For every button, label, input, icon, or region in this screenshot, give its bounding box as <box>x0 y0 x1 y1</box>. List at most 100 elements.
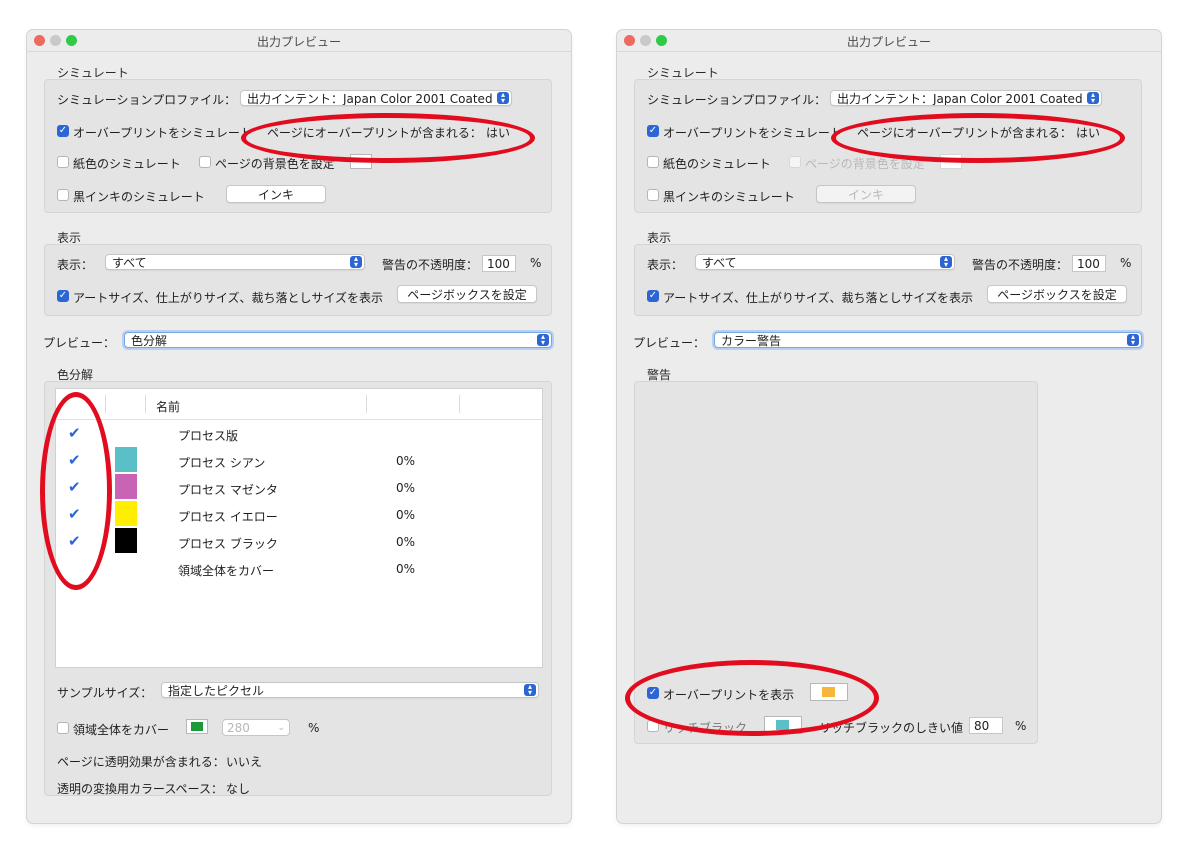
simulation-profile-popup[interactable]: 出力インテント：Japan Color 2001 Coated ▴ ▾ <box>830 90 1102 106</box>
red-annotation-ellipse <box>40 392 112 590</box>
warning-opacity-input[interactable]: 100 <box>1072 255 1106 272</box>
preview-mode-popup[interactable]: 色分解 ▴ ▾ <box>124 332 552 348</box>
magenta-swatch <box>115 474 137 499</box>
red-annotation-ellipse <box>625 660 879 736</box>
coverage-percent-sign: % <box>308 721 320 735</box>
sample-size-value: 指定したピクセル <box>168 684 265 698</box>
table-row-name: プロセス イエロー <box>178 510 278 524</box>
page-background-checkbox[interactable] <box>789 156 801 168</box>
page-background-checkbox[interactable] <box>199 156 211 168</box>
table-row-value: 0% <box>396 454 416 468</box>
warning-opacity-input[interactable]: 100 <box>482 255 516 272</box>
show-art-trim-bleed-checkbox[interactable]: ✓ <box>647 290 659 302</box>
coverage-percent-combo[interactable]: 280 ⌄ <box>222 719 290 736</box>
set-page-boxes-button[interactable]: ページボックスを設定 <box>397 285 537 303</box>
coverage-color-swatch[interactable] <box>186 719 208 734</box>
table-row-value: 0% <box>396 535 416 549</box>
title-bar: 出力プレビュー <box>617 30 1161 52</box>
transparency-label: ページに透明効果が含まれる： <box>57 755 225 769</box>
display-popup[interactable]: すべて ▴ ▾ <box>695 254 955 270</box>
total-area-coverage-checkbox[interactable] <box>57 722 69 734</box>
table-row-value: 0% <box>396 481 416 495</box>
coverage-percent-value: 280 <box>227 721 250 735</box>
table-row-value: 0% <box>396 508 416 522</box>
table-row-name: プロセス マゼンタ <box>178 483 278 497</box>
column-divider <box>366 395 367 413</box>
display-group: 表示： すべて ▴ ▾ 警告の不透明度： 100 % ✓ アートサイズ、仕上がりサ… <box>634 244 1142 316</box>
simulation-profile-label: シミュレーションプロファイル： <box>57 93 237 107</box>
red-annotation-ellipse <box>831 113 1125 163</box>
table-row-name: プロセス シアン <box>178 456 266 470</box>
popup-arrows-icon: ▴ ▾ <box>524 683 536 697</box>
show-art-trim-bleed-label: アートサイズ、仕上がりサイズ、裁ち落としサイズを表示 <box>73 291 383 305</box>
show-art-trim-bleed-checkbox[interactable]: ✓ <box>57 290 69 302</box>
table-row-name: プロセス ブラック <box>178 537 278 551</box>
yellow-swatch <box>115 501 137 526</box>
set-page-boxes-button[interactable]: ページボックスを設定 <box>987 285 1127 303</box>
right-output-preview-window: 出力プレビュー シミュレート シミュレーションプロファイル： 出力インテント：J… <box>617 30 1161 823</box>
simulate-black-ink-label: 黒インキのシミュレート <box>663 190 795 204</box>
sample-size-label: サンプルサイズ： <box>57 686 153 700</box>
total-area-coverage-label: 領域全体をカバー <box>73 723 170 737</box>
simulate-overprint-checkbox[interactable]: ✓ <box>647 125 659 137</box>
popup-arrows-icon: ▴ ▾ <box>1127 333 1139 347</box>
black-swatch <box>115 528 137 553</box>
simulate-overprint-label: オーバープリントをシミュレート <box>663 126 842 140</box>
popup-arrows-icon: ▴ ▾ <box>497 91 509 105</box>
simulate-black-ink-checkbox[interactable] <box>57 189 69 201</box>
warning-opacity-label: 警告の不透明度： <box>972 258 1069 272</box>
simulation-profile-value: 出力インテント：Japan Color 2001 Coated <box>837 92 1083 106</box>
column-divider <box>145 395 146 413</box>
separations-table: 名前 ✔ プロセス版 ✔ プロセス シアン 0% ✔ プロセス マゼンタ 0% … <box>55 388 543 668</box>
popup-arrows-icon: ▴ ▾ <box>1087 91 1099 105</box>
column-divider <box>105 395 106 413</box>
display-label: 表示： <box>647 258 684 272</box>
simulate-paper-color-label: 紙色のシミュレート <box>73 157 181 171</box>
red-annotation-ellipse <box>241 113 535 163</box>
simulate-black-ink-label: 黒インキのシミュレート <box>73 190 205 204</box>
popup-arrows-icon: ▴ ▾ <box>537 333 549 347</box>
ink-manager-button[interactable]: インキ <box>226 185 326 203</box>
table-row-name: プロセス版 <box>178 429 239 443</box>
rich-black-threshold-input[interactable]: 80 <box>969 717 1003 734</box>
preview-mode-popup[interactable]: カラー警告 ▴ ▾ <box>714 332 1142 348</box>
left-output-preview-window: 出力プレビュー シミュレート シミュレーションプロファイル： 出力インテント：J… <box>27 30 571 823</box>
warning-opacity-percent: % <box>530 256 542 270</box>
window-title: 出力プレビュー <box>846 35 931 49</box>
simulation-profile-popup[interactable]: 出力インテント：Japan Color 2001 Coated ▴ ▾ <box>240 90 512 106</box>
simulation-profile-value: 出力インテント：Japan Color 2001 Coated <box>247 92 493 106</box>
transparency-value: いいえ <box>226 755 263 769</box>
warning-opacity-percent: % <box>1120 256 1132 270</box>
table-row-name: 領域全体をカバー <box>178 564 275 578</box>
window-title: 出力プレビュー <box>256 35 341 49</box>
display-value: すべて <box>702 256 737 270</box>
rich-black-threshold-percent: % <box>1015 719 1027 733</box>
blend-space-label: 透明の変換用カラースペース： <box>57 782 223 796</box>
simulate-black-ink-checkbox[interactable] <box>647 189 659 201</box>
ink-manager-button[interactable]: インキ <box>816 185 916 203</box>
simulation-profile-label: シミュレーションプロファイル： <box>647 93 827 107</box>
table-row-value: 0% <box>396 562 416 576</box>
simulate-overprint-checkbox[interactable]: ✓ <box>57 125 69 137</box>
blend-space-value: なし <box>226 782 251 796</box>
show-art-trim-bleed-label: アートサイズ、仕上がりサイズ、裁ち落としサイズを表示 <box>663 291 973 305</box>
separations-group: 名前 ✔ プロセス版 ✔ プロセス シアン 0% ✔ プロセス マゼンタ 0% … <box>44 381 552 796</box>
simulate-paper-color-label: 紙色のシミュレート <box>663 157 771 171</box>
display-value: すべて <box>112 256 147 270</box>
preview-label: プレビュー： <box>633 336 706 350</box>
preview-label: プレビュー： <box>43 336 116 350</box>
display-label: 表示： <box>57 258 94 272</box>
cyan-swatch <box>115 447 137 472</box>
column-divider <box>459 395 460 413</box>
chevron-down-icon: ⌄ <box>277 723 285 733</box>
simulate-paper-color-checkbox[interactable] <box>57 156 69 168</box>
preview-mode-value: 色分解 <box>131 334 168 348</box>
display-popup[interactable]: すべて ▴ ▾ <box>105 254 365 270</box>
simulate-paper-color-checkbox[interactable] <box>647 156 659 168</box>
display-group: 表示： すべて ▴ ▾ 警告の不透明度： 100 % ✓ アートサイズ、仕上がりサ… <box>44 244 552 316</box>
sample-size-popup[interactable]: 指定したピクセル ▴ ▾ <box>161 682 539 698</box>
simulate-overprint-label: オーバープリントをシミュレート <box>73 126 252 140</box>
title-bar: 出力プレビュー <box>27 30 571 52</box>
popup-arrows-icon: ▴ ▾ <box>350 255 362 269</box>
warning-opacity-label: 警告の不透明度： <box>382 258 479 272</box>
